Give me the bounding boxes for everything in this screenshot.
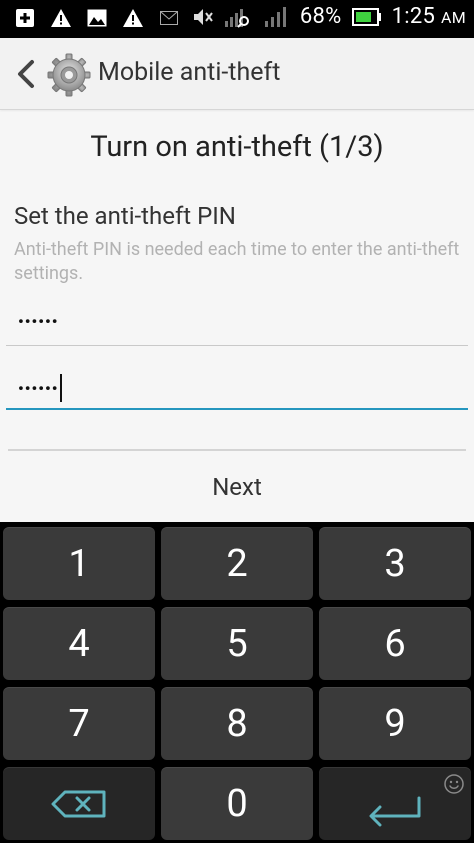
battery-percent: 68% — [299, 4, 342, 29]
key-2[interactable]: 2 — [161, 527, 313, 600]
chevron-left-icon — [18, 60, 34, 88]
backspace-icon — [51, 790, 106, 817]
divider — [8, 449, 466, 451]
next-button[interactable]: Next — [0, 452, 474, 522]
numeric-keypad: 1 2 3 4 5 6 7 8 9 0 — [0, 522, 474, 843]
key-8[interactable]: 8 — [161, 687, 313, 760]
clock-time: 1:25 — [391, 4, 436, 29]
status-bar: 68% 1:25 AM — [0, 0, 474, 38]
signal-icon — [264, 6, 290, 28]
confirm-pin-input[interactable]: •••••• — [6, 366, 468, 410]
emoji-icon — [444, 774, 464, 794]
page-title: Mobile anti-theft — [98, 58, 281, 87]
pin-section-description: Anti-theft PIN is needed each time to en… — [14, 239, 460, 284]
confirm-pin-input-underline — [6, 408, 468, 410]
text-cursor — [59, 374, 62, 402]
setup-step-heading: Turn on anti-theft (1/3) — [90, 130, 384, 164]
confirm-pin-input-value: •••••• — [18, 374, 62, 404]
confirm-pin-dots: •••••• — [18, 379, 59, 399]
system-indicators: 68% 1:25 AM — [192, 4, 466, 29]
pin-input[interactable]: •••••• — [6, 302, 468, 346]
clock-ampm: AM — [440, 8, 466, 27]
gear-icon — [46, 52, 92, 98]
backspace-key[interactable] — [3, 767, 155, 840]
key-3[interactable]: 3 — [319, 527, 471, 600]
key-1[interactable]: 1 — [3, 527, 155, 600]
key-0[interactable]: 0 — [161, 767, 313, 840]
key-5[interactable]: 5 — [161, 607, 313, 680]
image-icon — [86, 7, 108, 29]
key-7[interactable]: 7 — [3, 687, 155, 760]
pin-section-title: Set the anti-theft PIN — [14, 202, 236, 230]
battery-icon — [351, 6, 382, 28]
pin-input-value: •••••• — [18, 312, 59, 331]
clock: 1:25 AM — [392, 4, 466, 29]
notification-icons — [14, 7, 180, 29]
back-button[interactable] — [8, 52, 44, 96]
add-box-icon — [14, 7, 36, 29]
warning-icon — [50, 7, 72, 29]
key-4[interactable]: 4 — [3, 607, 155, 680]
title-bar: Mobile anti-theft — [0, 38, 474, 110]
key-6[interactable]: 6 — [319, 607, 471, 680]
signal-search-icon — [224, 6, 254, 28]
mute-icon — [192, 6, 214, 28]
enter-key[interactable] — [319, 767, 471, 840]
enter-icon — [369, 796, 421, 826]
key-9[interactable]: 9 — [319, 687, 471, 760]
pin-input-underline — [6, 345, 468, 346]
warning-icon — [122, 7, 144, 29]
mail-icon — [158, 7, 180, 29]
